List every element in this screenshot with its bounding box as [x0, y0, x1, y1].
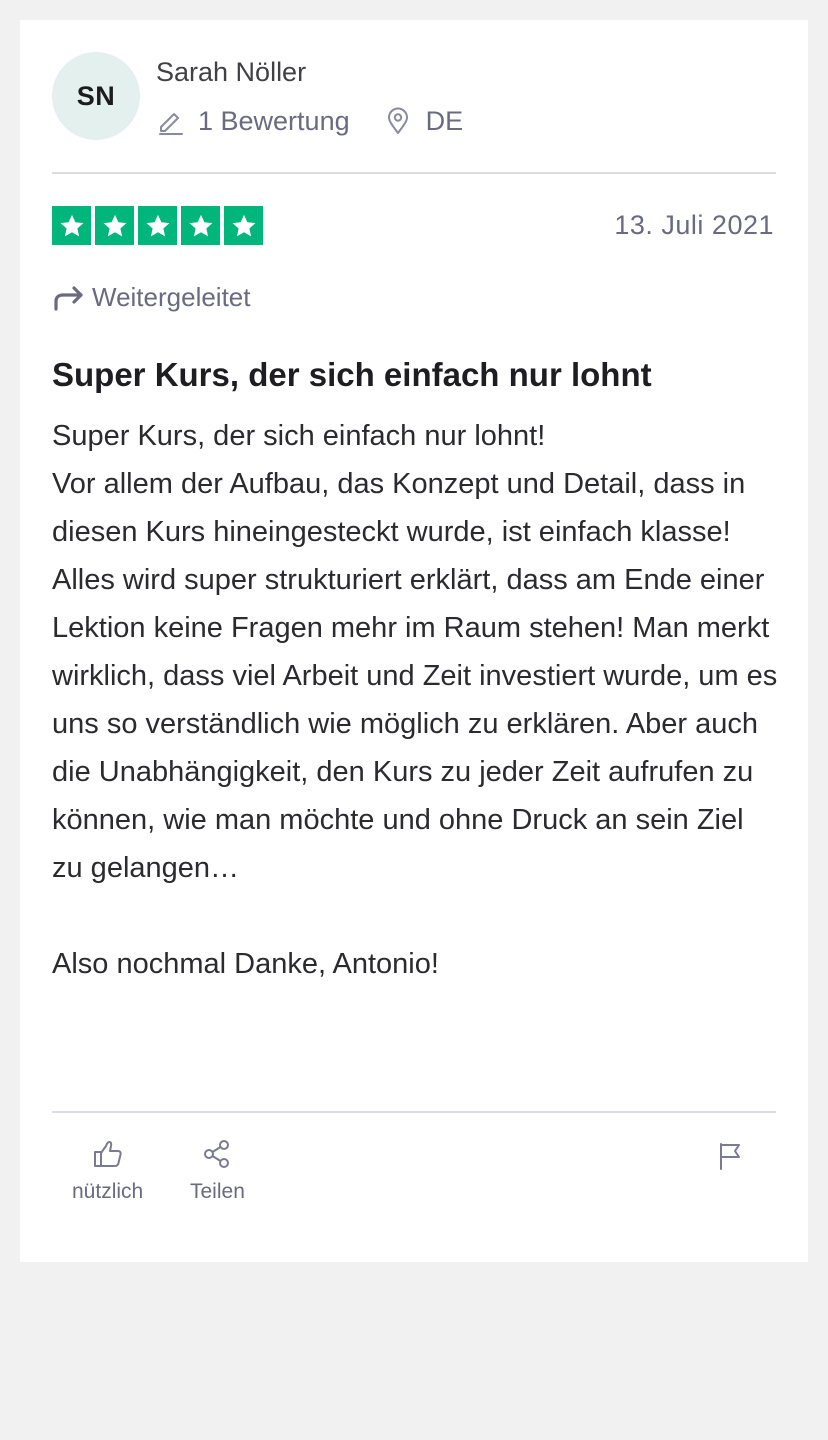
share-button[interactable]: Teilen	[190, 1138, 245, 1204]
star-rating	[52, 206, 263, 245]
reviewer-meta: 1 Bewertung DE	[156, 104, 463, 138]
useful-button[interactable]: nützlich	[72, 1138, 143, 1204]
review-actions: nützlich Teilen	[52, 1138, 776, 1218]
header-divider	[52, 172, 776, 174]
reviews-count: 1 Bewertung	[198, 105, 350, 136]
flag-icon[interactable]	[714, 1140, 746, 1172]
pencil-icon	[156, 107, 184, 135]
review-body: Super Kurs, der sich einfach nur lohnt! …	[52, 420, 778, 980]
star-icon	[181, 206, 220, 245]
footer-divider	[52, 1111, 776, 1113]
thumbs-up-icon	[92, 1138, 124, 1170]
reviewer-name[interactable]: Sarah Nöller	[156, 56, 306, 88]
share-label: Teilen	[190, 1180, 245, 1203]
avatar-initials: SN	[76, 80, 116, 111]
review-card: SN Sarah Nöller 1 Bewertung DE 13. Juli …	[20, 20, 808, 1262]
avatar[interactable]: SN	[52, 52, 140, 140]
location-pin-icon	[384, 107, 412, 135]
forward-arrow-icon	[52, 284, 86, 312]
review-date: 13. Juli 2021	[614, 210, 774, 240]
useful-label: nützlich	[72, 1180, 144, 1203]
reviewer-country: DE	[425, 105, 464, 136]
star-icon	[138, 206, 177, 245]
forwarded-indicator[interactable]: Weitergeleitet	[52, 282, 251, 313]
forwarded-label: Weitergeleitet	[92, 282, 251, 312]
star-icon	[95, 206, 134, 245]
review-title[interactable]: Super Kurs, der sich einfach nur lohnt	[52, 354, 776, 396]
star-icon	[224, 206, 263, 245]
share-icon	[201, 1138, 233, 1170]
star-icon	[52, 206, 91, 245]
